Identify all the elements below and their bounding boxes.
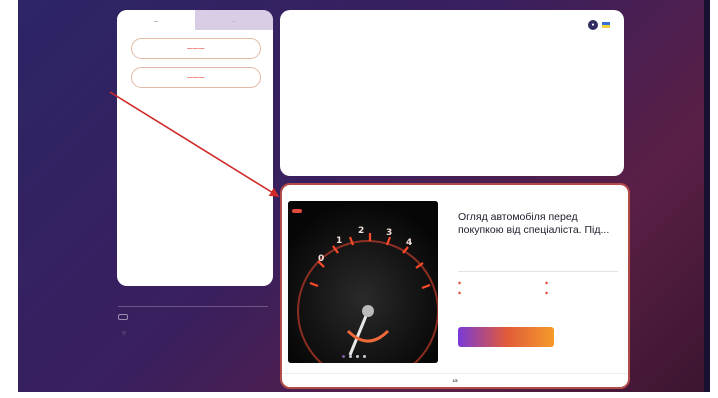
details-card: ● xyxy=(280,10,624,176)
speedometer-graphic: 0 1 2 3 4 xyxy=(288,201,438,363)
info-foot: ♡ xyxy=(118,331,268,337)
promo-card: 0 1 2 3 4 Огляд автомобіля перед покупко… xyxy=(280,183,630,389)
bullet-icon: ◆ xyxy=(458,290,462,295)
svg-text:3: 3 xyxy=(386,228,392,238)
round-icon[interactable]: ● xyxy=(588,20,598,30)
carousel-dot[interactable] xyxy=(349,355,352,358)
details-icons: ● xyxy=(588,20,610,30)
carousel-footer: 1/5 xyxy=(282,373,628,387)
bullet-icon: ◆ xyxy=(545,290,549,295)
bullet-icon: ◆ xyxy=(545,280,549,285)
promo-features: ◆ ◆ ◆ ◆ xyxy=(458,280,624,295)
carousel-dot[interactable] xyxy=(342,355,345,358)
tab-bar: — — xyxy=(117,10,273,30)
bullet-icon: ◆ xyxy=(458,280,462,285)
feature-item: ◆ xyxy=(545,290,624,295)
feature-item: ◆ xyxy=(545,280,624,285)
svg-text:1: 1 xyxy=(336,236,342,246)
svg-text:4: 4 xyxy=(406,238,412,248)
carousel-dots[interactable] xyxy=(342,355,366,358)
info-block: ♡ xyxy=(118,300,268,337)
tab-first[interactable]: — xyxy=(117,10,195,30)
flag-icon[interactable] xyxy=(602,22,610,28)
heart-icon: ♡ xyxy=(122,331,127,337)
tab-second[interactable]: — xyxy=(195,10,273,30)
carousel-dot[interactable] xyxy=(356,355,359,358)
svg-text:0: 0 xyxy=(318,254,324,264)
left-panel: — — ——— ——— xyxy=(117,10,273,286)
info-badge[interactable] xyxy=(118,314,128,320)
carousel-dot[interactable] xyxy=(363,355,366,358)
speedometer-image: 0 1 2 3 4 xyxy=(288,201,438,363)
page-indicator: 1/5 xyxy=(452,378,458,383)
info-divider xyxy=(118,306,268,307)
app-frame: — — ——— ——— ♡ ● 0 1 2 3 4 Огляд автомобі… xyxy=(18,0,710,392)
feature-item: ◆ xyxy=(458,290,537,295)
promo-title: Огляд автомобіля перед покупкою від спец… xyxy=(458,211,610,236)
promo-divider xyxy=(458,271,618,272)
promo-tag xyxy=(292,209,302,213)
feature-item: ◆ xyxy=(458,280,537,285)
action-button-1[interactable]: ——— xyxy=(131,38,261,59)
action-button-2[interactable]: ——— xyxy=(131,67,261,88)
svg-text:2: 2 xyxy=(358,226,364,236)
order-button[interactable] xyxy=(458,327,554,347)
